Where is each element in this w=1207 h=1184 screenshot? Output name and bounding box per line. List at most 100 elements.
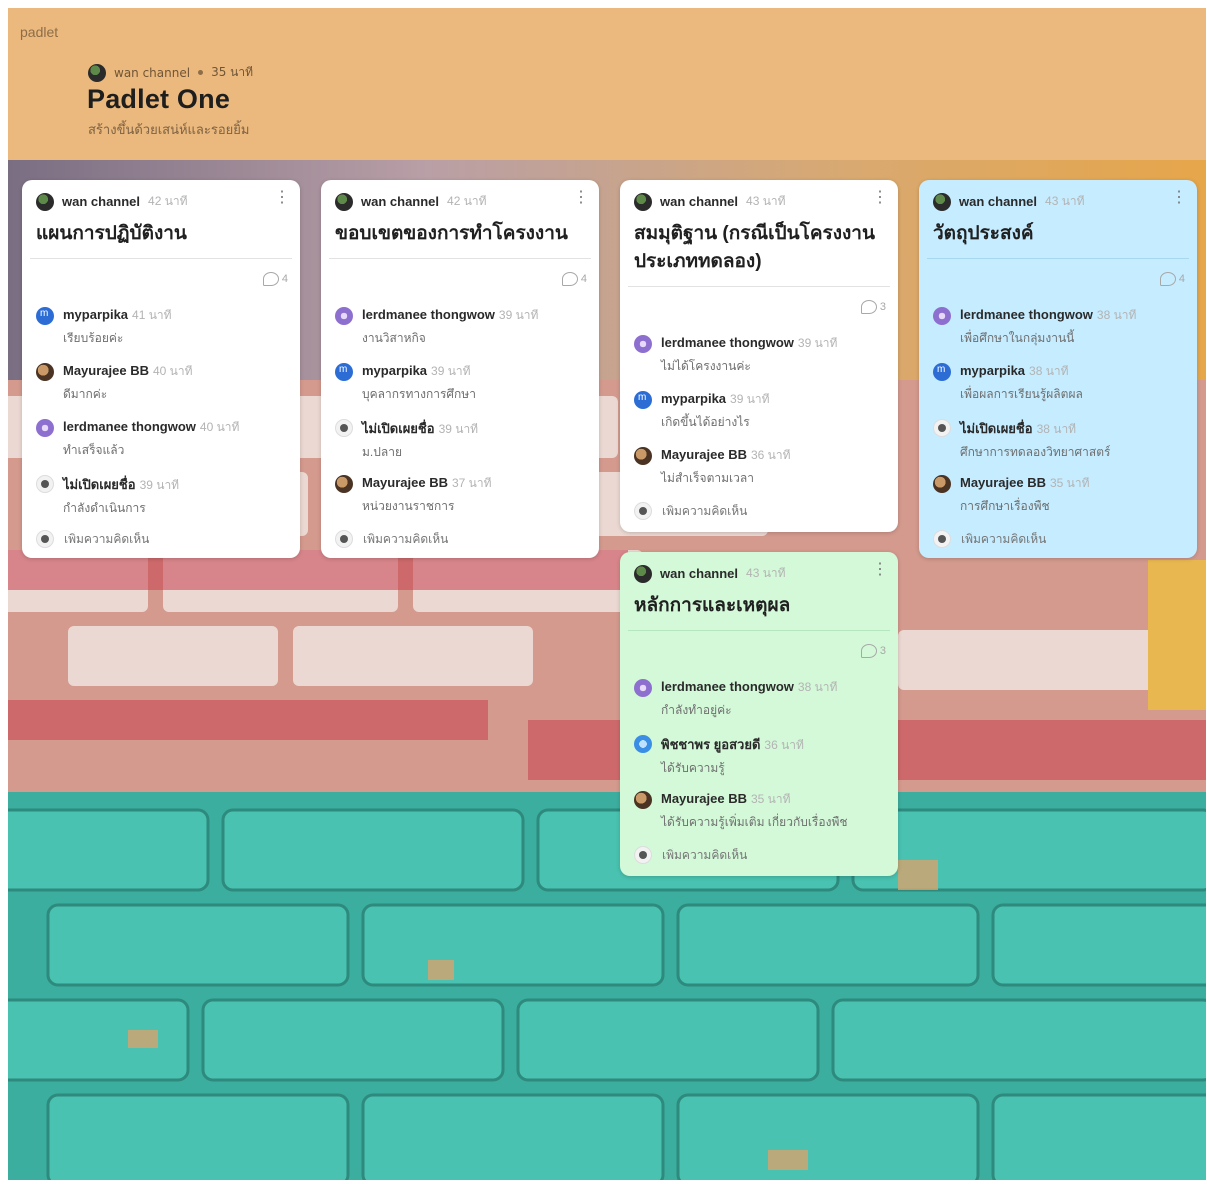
comment-count[interactable]: 4 [262,272,288,286]
comment-author[interactable]: Mayurajee BB 35 นาที [661,790,848,809]
add-comment-row [634,502,888,520]
avatar-flower-icon[interactable] [335,307,353,325]
comment-author[interactable]: lerdmanee thongwow 39 นาที [362,306,538,325]
comment-text: ไม่สำเร็จตามเวลา [661,471,754,485]
post-card[interactable]: wan channel 42 นาที ⋮ แผนการปฏิบัติงาน 4… [22,180,300,558]
comment-author[interactable]: Mayurajee BB 35 นาที [960,474,1090,493]
post-time: 43 นาที [746,194,786,208]
post-card[interactable]: wan channel 43 นาที ⋮ หลักการและเหตุผล 3… [620,552,898,876]
comment-text: หน่วยงานราชการ [362,499,455,513]
board-title: Padlet One [87,84,231,114]
avatar-photo-icon[interactable] [634,447,652,465]
divider [628,630,890,631]
post-card[interactable]: wan channel 42 นาที ⋮ ขอบเขตของการทำโครง… [321,180,599,558]
comment-author[interactable]: myparpika 41 นาที [63,306,172,325]
post-menu-icon[interactable]: ⋮ [573,190,589,206]
comment-author[interactable]: ไม่เปิดเผยชื่อ 38 นาที [960,418,1110,439]
author-avatar[interactable] [36,192,54,211]
comment-item: Mayurajee BB 40 นาทีดีมากค่ะ [36,362,290,404]
avatar-anonymous-icon[interactable] [933,419,951,437]
avatar-m-icon[interactable] [335,363,353,381]
comment-item: ไม่เปิดเผยชื่อ 39 นาที ม.ปลาย [335,418,589,462]
board-subtitle: สร้างขึ้นด้วยเสน่ห์และรอยยิ้ม [88,123,250,138]
comment-item: myparpika39 นาทีบุคลากรทางการศึกษา [335,362,589,404]
comment-author[interactable]: myparpika 39 นาที [661,390,770,409]
avatar-flower-icon[interactable] [634,679,652,697]
comment-count[interactable]: 3 [860,300,886,314]
comment-text: ดีมากค่ะ [63,387,108,401]
author-avatar[interactable] [335,192,353,211]
comment-count[interactable]: 4 [561,272,587,286]
comment-text: ทำเสร็จแล้ว [63,443,125,457]
post-card[interactable]: wan channel 43 นาที ⋮ วัตถุประสงค์ 4 ler… [919,180,1197,558]
comment-item: lerdmanee thongwow 38 นาที กำลังทำอยู่ค่ะ [634,678,888,720]
post-menu-icon[interactable]: ⋮ [872,562,888,578]
avatar-photo-icon[interactable] [933,475,951,493]
add-comment-input[interactable] [363,532,523,546]
board-time: 35 นาที [211,65,254,79]
avatar-globe-icon[interactable] [634,735,652,753]
comment-count-value: 3 [879,301,886,313]
avatar-flower-icon[interactable] [933,307,951,325]
comment-icon [262,272,279,286]
comment-author[interactable]: myparpika 39 นาที [362,362,476,381]
post-author[interactable]: wan channel [361,194,439,209]
post-menu-icon[interactable]: ⋮ [274,190,290,206]
owner-avatar[interactable] [88,63,106,82]
add-comment-input[interactable] [961,532,1121,546]
avatar-m-icon[interactable] [634,391,652,409]
avatar-m-icon[interactable] [933,363,951,381]
owner-name[interactable]: wan channel [114,66,190,80]
post-author[interactable]: wan channel [660,194,738,209]
divider [30,258,292,259]
avatar-photo-icon[interactable] [335,475,353,493]
padlet-logo[interactable]: padlet [20,24,58,40]
post-menu-icon[interactable]: ⋮ [1171,190,1187,206]
author-avatar[interactable] [634,192,652,211]
comment-author[interactable]: Mayurajee BB 37 นาที [362,474,492,493]
comment-item: Mayurajee BB 36 นาทีไม่สำเร็จตามเวลา [634,446,888,488]
comment-author[interactable]: lerdmanee thongwow 38 นาที [960,306,1136,325]
comment-item: myparpika38 นาทีเพื่อผลการเรียนรู้ผลิตผล [933,362,1187,404]
comment-count[interactable]: 4 [1159,272,1185,286]
author-avatar[interactable] [933,192,951,211]
comment-count-value: 4 [580,273,587,285]
avatar-photo-icon[interactable] [634,791,652,809]
post-author[interactable]: wan channel [959,194,1037,209]
comment-author[interactable]: พิชชาพร ยูอสวยดี 36 นาที [661,734,804,755]
add-comment-input[interactable] [64,532,224,546]
comment-author[interactable]: lerdmanee thongwow 39 นาที [661,334,837,353]
comment-count-value: 3 [879,645,886,657]
post-card[interactable]: wan channel 43 นาที ⋮ สมมุติฐาน (กรณีเป็… [620,180,898,532]
avatar-photo-icon[interactable] [36,363,54,381]
avatar-anonymous-icon[interactable] [335,419,353,437]
comment-author[interactable]: Mayurajee BB 40 นาที [63,362,193,381]
post-header: wan channel 42 นาที [335,192,589,211]
comment-author[interactable]: lerdmanee thongwow 38 นาที [661,678,837,697]
author-avatar[interactable] [634,564,652,583]
comment-author[interactable]: Mayurajee BB 36 นาที [661,446,791,465]
post-title: แผนการปฏิบัติงาน [36,223,187,244]
post-title: สมมุติฐาน (กรณีเป็นโครงงานประเภททดลอง) [634,223,875,272]
comment-author[interactable]: myparpika 38 นาที [960,362,1083,381]
comment-count[interactable]: 3 [860,644,886,658]
comment-count-value: 4 [1178,273,1185,285]
comment-item: myparpika39 นาทีเกิดขึ้นได้อย่างไร [634,390,888,432]
comment-text: กำลังดำเนินการ [63,501,146,515]
comment-author[interactable]: lerdmanee thongwow 40 นาที [63,418,239,437]
post-header: wan channel 43 นาที [933,192,1187,211]
comment-author[interactable]: ไม่เปิดเผยชื่อ 39 นาที [63,474,179,495]
add-comment-input[interactable] [662,504,822,518]
comment-author[interactable]: ไม่เปิดเผยชื่อ 39 นาที [362,418,478,439]
avatar-anonymous-icon[interactable] [36,475,54,493]
avatar-anonymous-icon [634,846,652,864]
post-menu-icon[interactable]: ⋮ [872,190,888,206]
add-comment-input[interactable] [662,848,822,862]
comment-text: งานวิสาหกิจ [362,331,426,345]
post-author[interactable]: wan channel [660,566,738,581]
avatar-flower-icon[interactable] [634,335,652,353]
avatar-m-icon[interactable] [36,307,54,325]
avatar-flower-icon[interactable] [36,419,54,437]
comment-icon [860,644,877,658]
post-author[interactable]: wan channel [62,194,140,209]
